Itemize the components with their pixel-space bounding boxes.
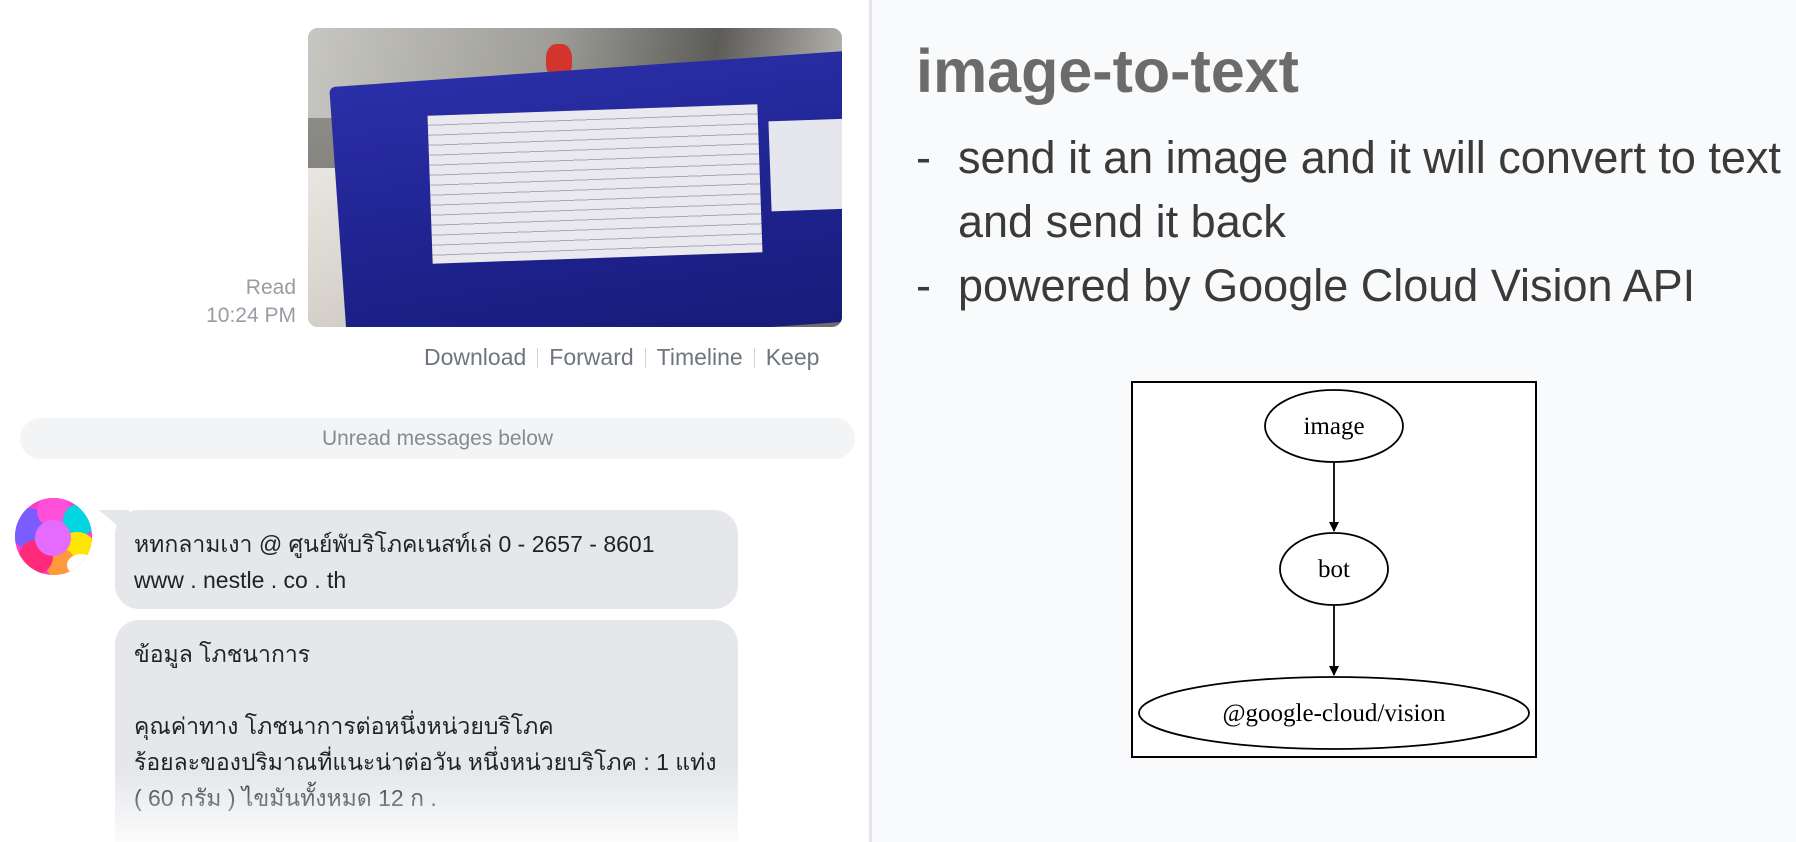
bullet-marker: - [916, 132, 931, 183]
photo-contact-label [768, 118, 842, 212]
message-bubble[interactable]: หทกลามเงา @ ศูนย์พับริโภคเนสท์เล่ 0 - 26… [115, 510, 738, 609]
timeline-link[interactable]: Timeline [646, 344, 754, 371]
photo-message[interactable] [308, 28, 842, 327]
bullet-item: - powered by Google Cloud Vision API [916, 254, 1786, 318]
slide-bullets: - send it an image and it will convert t… [916, 126, 1786, 318]
unread-divider: Unread messages below [20, 418, 855, 459]
message-text: หทกลามเงา @ ศูนย์พับริโภคเนสท์เล่ 0 - 26… [134, 531, 655, 593]
node-image-label: image [1303, 413, 1364, 440]
avatar[interactable] [15, 498, 92, 575]
chat-panel: Read 10:24 PM Download Forward Timeline … [0, 0, 869, 842]
read-time: 10:24 PM [206, 304, 296, 327]
bullet-text: powered by Google Cloud Vision API [958, 260, 1696, 311]
keep-link[interactable]: Keep [755, 344, 831, 371]
photo-nutrition-label [427, 104, 763, 264]
read-status: Read [245, 276, 296, 299]
bullet-text: send it an image and it will convert to … [958, 132, 1781, 247]
node-vision-label: @google-cloud/vision [1223, 700, 1446, 727]
download-link[interactable]: Download [420, 344, 537, 371]
bullet-marker: - [916, 260, 931, 311]
forward-link[interactable]: Forward [538, 344, 644, 371]
flow-diagram: image bot @google-cloud/vision [1131, 381, 1537, 758]
slide-title: image-to-text [916, 37, 1299, 105]
node-bot-label: bot [1318, 556, 1350, 583]
scroll-fade [0, 770, 869, 842]
bullet-item: - send it an image and it will convert t… [916, 126, 1786, 254]
read-receipt: Read 10:24 PM [180, 274, 296, 330]
photo-actions: Download Forward Timeline Keep [420, 344, 830, 371]
